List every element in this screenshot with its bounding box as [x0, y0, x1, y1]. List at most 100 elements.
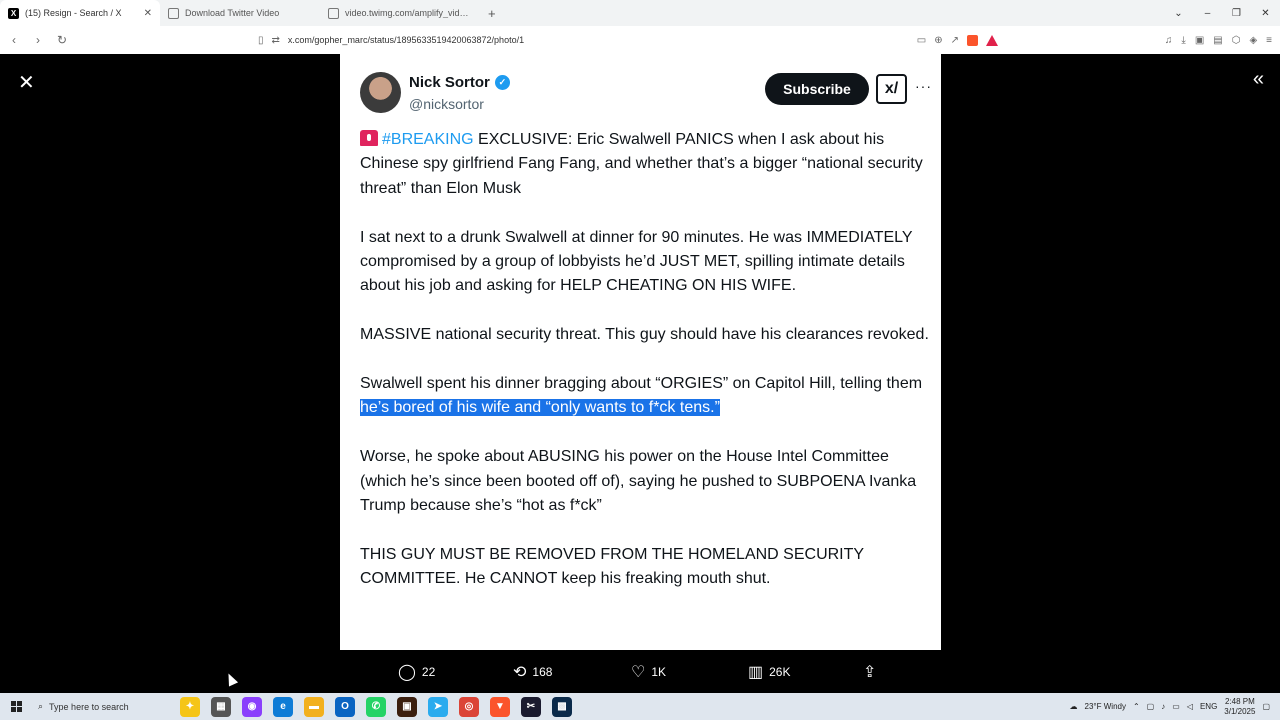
task-view-icon[interactable]: ▦ [211, 696, 231, 717]
x-logo-icon: X [8, 7, 19, 19]
paragraph-1: #BREAKING EXCLUSIVE: Eric Swalwell PANIC… [360, 128, 935, 201]
media-viewer: ✕ « Nick Sortor ✓ @nicksortor Subscribe … [0, 54, 1280, 693]
chrome-icon[interactable]: ◎ [459, 696, 479, 717]
share-button[interactable]: ⇪ [863, 662, 876, 682]
whatsapp-icon[interactable]: ✆ [366, 696, 386, 717]
views-button[interactable]: ▥ 26K [748, 662, 790, 682]
window-controls: ⌄ – ❐ ✕ [1164, 0, 1280, 26]
author-handle[interactable]: @nicksortor [409, 96, 484, 112]
copilot-app-icon[interactable]: ◉ [242, 696, 262, 717]
brave-icon[interactable]: ▼ [490, 696, 510, 717]
post-actions: ◯ 22 ⟲ 168 ♡ 1K ▥ 26K ⇪ [340, 657, 941, 687]
search-placeholder[interactable]: Type here to search [49, 702, 129, 712]
analytics-icon: ▥ [748, 664, 764, 681]
terminal-icon[interactable]: ▩ [552, 696, 572, 717]
close-icon[interactable]: ✕ [18, 70, 35, 95]
post-image[interactable]: Nick Sortor ✓ @nicksortor Subscribe x/ ·… [340, 54, 941, 650]
edge-icon[interactable]: e [273, 696, 293, 717]
site-settings-icon[interactable]: ⇄ [272, 35, 280, 46]
reply-count: 22 [421, 665, 436, 679]
author-name-row[interactable]: Nick Sortor ✓ [409, 74, 510, 91]
close-icon[interactable]: ✕ [144, 8, 152, 19]
taskbar-search[interactable]: ⌕ Type here to search [32, 693, 172, 720]
tab-label: video.twimg.com/amplify_video/18 [345, 8, 472, 18]
share-icon: ⇪ [863, 664, 877, 681]
repost-button[interactable]: ⟲ 168 [513, 662, 552, 682]
view-count: 26K [769, 665, 791, 679]
globe-icon [328, 7, 339, 19]
vpn-icon[interactable]: ◈ [1249, 35, 1257, 46]
tray-icon[interactable]: ▢ [1147, 702, 1155, 711]
collapse-panel-icon[interactable]: « [1253, 68, 1264, 91]
bookmark-icon[interactable]: ▯ [258, 35, 264, 46]
sidebar-icon[interactable]: ▣ [1195, 35, 1204, 46]
forward-button[interactable]: › [28, 33, 48, 47]
reply-icon: ◯ [398, 664, 416, 681]
siren-icon [360, 130, 378, 146]
new-tab-button[interactable]: + [480, 6, 504, 21]
microphone-icon[interactable]: ♪ [1161, 702, 1165, 711]
weather-text[interactable]: 23°F Windy [1085, 702, 1126, 711]
file-explorer-icon[interactable]: ▬ [304, 696, 324, 717]
brave-rewards-icon[interactable] [986, 34, 998, 46]
author-name[interactable]: Nick Sortor [409, 74, 490, 91]
share-icon[interactable]: ↗ [951, 35, 959, 46]
url-text[interactable]: x.com/gopher_marc/status/189563351942006… [288, 35, 909, 45]
reload-button[interactable]: ↻ [52, 33, 72, 47]
windows-logo-icon [10, 701, 22, 712]
outlook-icon[interactable]: O [335, 696, 355, 717]
grok-icon[interactable]: x/ [876, 74, 907, 104]
like-button[interactable]: ♡ 1K [631, 662, 666, 682]
telegram-icon[interactable]: ➤ [428, 696, 448, 717]
subscribe-button[interactable]: Subscribe [765, 73, 869, 105]
notifications-icon[interactable]: ▢ [1262, 702, 1270, 711]
minimize-button[interactable]: – [1193, 8, 1222, 19]
tab-x-search[interactable]: X (15) Resign - Search / X ✕ [0, 0, 160, 26]
maximize-button[interactable]: ❐ [1222, 8, 1251, 19]
repost-icon: ⟲ [513, 664, 527, 681]
menu-icon[interactable]: ≡ [1266, 35, 1272, 46]
brave-shields-icon[interactable] [967, 34, 978, 46]
back-button[interactable]: ‹ [4, 33, 24, 47]
capcut-icon[interactable]: ✂ [521, 696, 541, 717]
taskbar-apps: ✦ ▦ ◉ e ▬ O ✆ ▣ ➤ ◎ ▼ ✂ ▩ [180, 693, 572, 720]
wallet-icon[interactable]: ▤ [1213, 35, 1222, 46]
language-icon[interactable]: ENG [1200, 702, 1217, 711]
zoom-icon[interactable]: ⊕ [934, 35, 942, 46]
like-count: 1K [651, 665, 667, 679]
paragraph-2: I sat next to a drunk Swalwell at dinner… [360, 228, 913, 295]
system-tray: ☁ 23°F Windy ⌃ ▢ ♪ ▭ ◁ ENG 2:48 PM 3/1/2… [1070, 693, 1280, 720]
close-window-button[interactable]: ✕ [1251, 8, 1280, 19]
volume-icon[interactable]: ◁ [1187, 702, 1193, 711]
paragraph-text: Swalwell spent his dinner bragging about… [360, 375, 923, 393]
clock[interactable]: 2:48 PM 3/1/2025 [1224, 697, 1255, 717]
chevron-up-icon[interactable]: ⌃ [1133, 702, 1140, 711]
network-icon[interactable]: ▭ [1172, 702, 1180, 711]
time-text: 2:48 PM [1224, 696, 1255, 706]
start-button[interactable] [0, 701, 32, 712]
weather-icon[interactable]: ☁ [1070, 702, 1078, 711]
verified-badge-icon: ✓ [494, 75, 510, 90]
tab-bar: X (15) Resign - Search / X ✕ Download Tw… [0, 0, 1280, 26]
copilot-icon[interactable]: ✦ [180, 696, 200, 717]
reply-button[interactable]: ◯ 22 [398, 662, 435, 682]
toolbar-extensions: ♫ ⤓ ▣ ▤ ⬡ ◈ ≡ [1165, 26, 1272, 54]
paragraph-5: Worse, he spoke about ABUSING his power … [360, 448, 917, 515]
app-icon[interactable]: ▣ [397, 696, 417, 717]
more-options-icon[interactable]: ··· [915, 78, 932, 94]
extensions-icon[interactable]: ⬡ [1232, 35, 1241, 46]
hashtag-link[interactable]: #BREAKING [382, 131, 474, 148]
search-icon: ⌕ [38, 701, 44, 711]
media-icon[interactable]: ♫ [1165, 35, 1173, 46]
tab-twimg-video[interactable]: video.twimg.com/amplify_video/18 [320, 0, 480, 26]
taskbar: ⌕ Type here to search ✦ ▦ ◉ e ▬ O ✆ ▣ ➤ … [0, 693, 1280, 720]
download-icon[interactable]: ⤓ [1181, 35, 1185, 46]
browser-toolbar: ‹ › ↻ ▯ ⇄ x.com/gopher_marc/status/18956… [0, 26, 1280, 54]
address-bar[interactable]: ▯ ⇄ x.com/gopher_marc/status/18956335194… [258, 30, 998, 50]
chevron-down-icon[interactable]: ⌄ [1164, 8, 1193, 19]
avatar[interactable] [360, 72, 401, 113]
tab-label: Download Twitter Video [185, 8, 280, 18]
display-icon[interactable]: ▭ [917, 35, 926, 46]
tab-download-twitter-video[interactable]: Download Twitter Video [160, 0, 320, 26]
globe-icon [168, 7, 179, 19]
